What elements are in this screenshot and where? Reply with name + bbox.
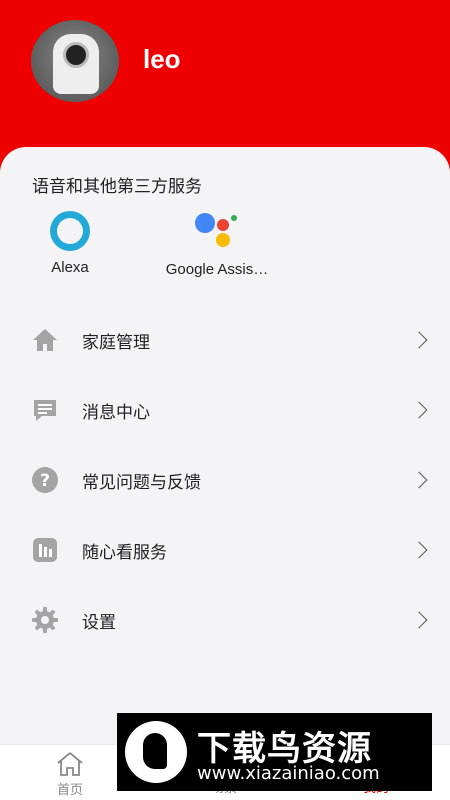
help-icon: ? [31,466,59,494]
gear-icon [31,606,59,634]
menu-label: 设置 [82,612,116,632]
chevron-right-icon [410,331,428,349]
tab-label: 首页 [56,782,83,797]
menu-label: 常见问题与反馈 [82,472,201,492]
menu-label: 消息中心 [82,402,150,422]
menu-item-home-management[interactable]: 家庭管理 [0,312,450,368]
google-assistant-service[interactable]: Google Assis… [156,205,278,278]
chevron-right-icon [410,541,428,559]
services-section-title: 语音和其他第三方服务 [32,177,202,196]
camera-lens [63,42,89,68]
tab-home[interactable]: 首页 [30,745,110,798]
alexa-label: Alexa [51,259,89,276]
home-icon [57,752,83,776]
chevron-right-icon [410,401,428,419]
bird-logo-icon [125,721,187,783]
chart-icon [31,536,59,564]
home-icon [31,326,59,354]
username[interactable]: leo [143,44,181,75]
svg-text:?: ? [40,471,50,491]
google-assistant-label: Google Assis… [165,261,269,278]
chevron-right-icon [410,611,428,629]
google-assistant-icon [195,209,239,253]
message-icon [31,396,59,424]
watermark-banner: 下载鸟资源 www.xiazainiao.com [117,713,432,791]
alexa-service[interactable]: Alexa [30,205,110,276]
alexa-icon [50,211,90,251]
menu-label: 家庭管理 [82,332,150,352]
menu-item-faq-feedback[interactable]: ? 常见问题与反馈 [0,452,450,508]
avatar[interactable] [31,20,119,102]
watermark-url: www.xiazainiao.com [197,763,380,784]
menu-item-settings[interactable]: 设置 [0,592,450,648]
menu-label: 随心看服务 [82,542,167,562]
menu-item-viewing-service[interactable]: 随心看服务 [0,522,450,578]
menu-item-message-center[interactable]: 消息中心 [0,382,450,438]
chevron-right-icon [410,471,428,489]
